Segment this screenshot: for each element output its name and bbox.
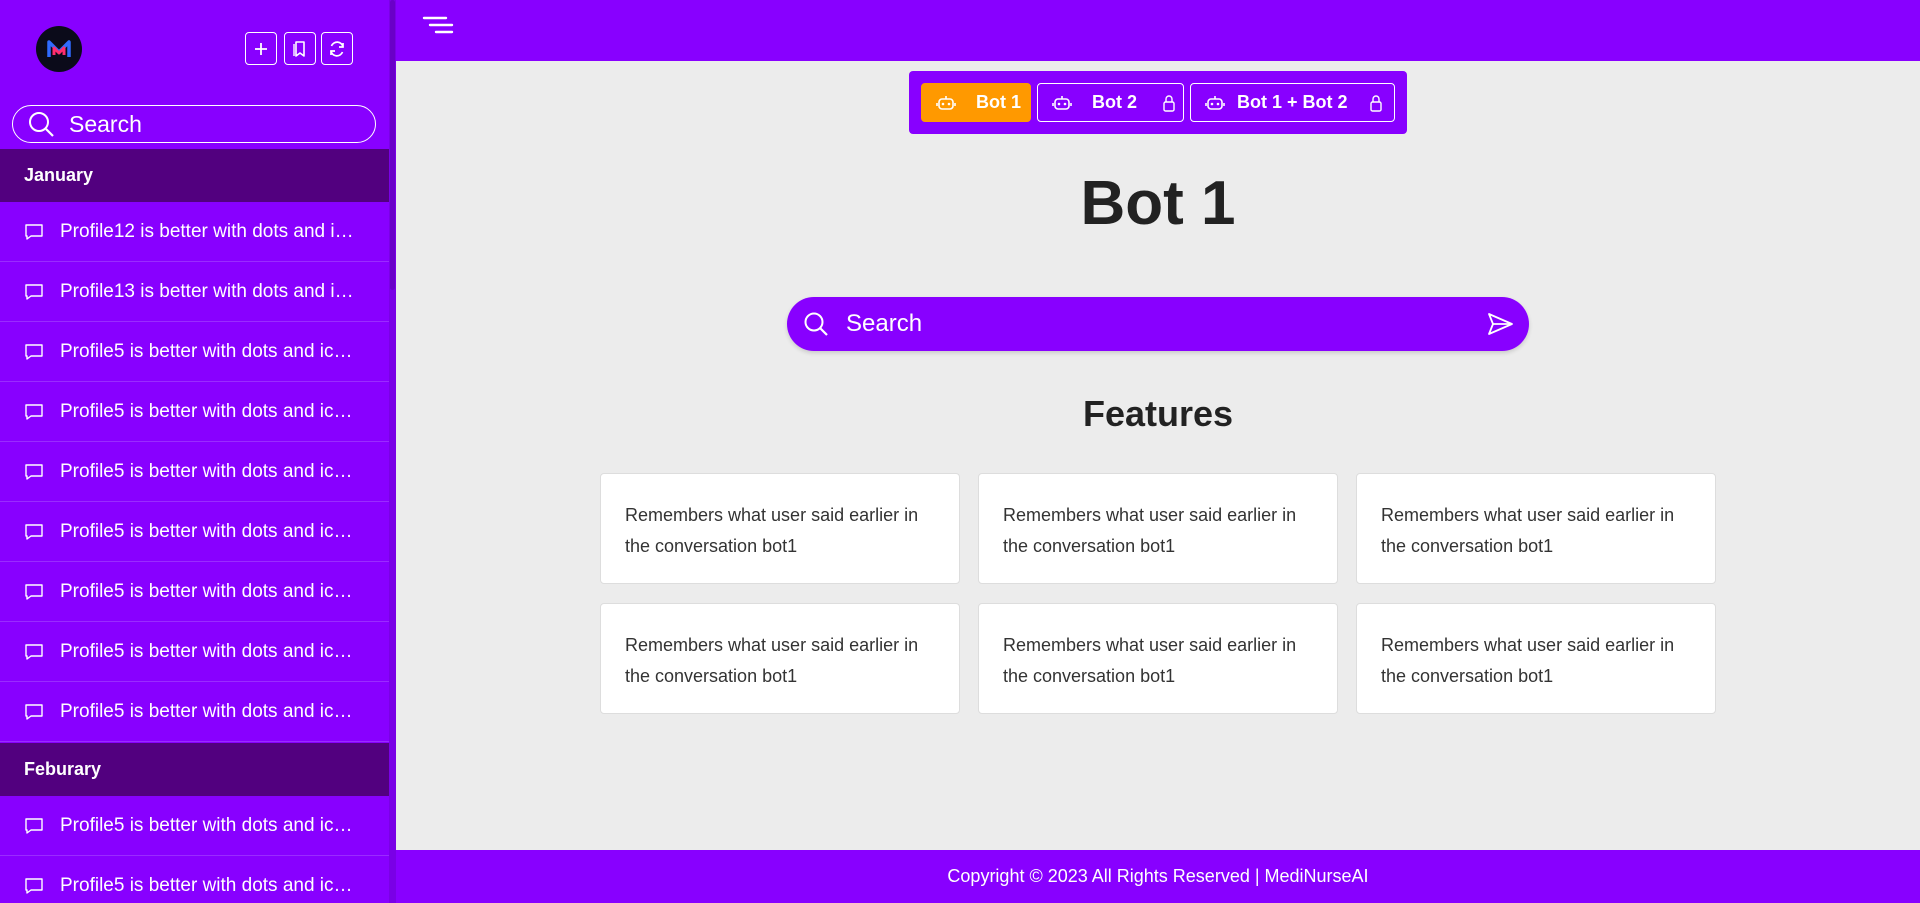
feature-card: Remembers what user said earlier in the … — [978, 603, 1338, 714]
app: January Profile12 is better with dots an… — [0, 0, 1920, 903]
conversation-item[interactable]: Profile12 is better with dots and icons — [0, 202, 389, 262]
chat-bubble-icon — [25, 703, 43, 720]
conversation-title: Profile5 is better with dots and icons — [60, 520, 360, 542]
conversation-title: Profile5 is better with dots and icons — [60, 400, 360, 422]
conversation-title: Profile5 is better with dots and icons — [60, 814, 360, 836]
robot-icon — [936, 95, 956, 110]
feature-text: Remembers what user said earlier in the … — [1003, 505, 1297, 556]
tab-bot-1[interactable]: Bot 1 — [921, 83, 1031, 122]
lock-icon — [1163, 94, 1175, 112]
feature-card: Remembers what user said earlier in the … — [600, 603, 960, 714]
sidebar-search-input[interactable] — [69, 110, 359, 138]
conversation-item[interactable]: Profile5 is better with dots and icons — [0, 442, 389, 502]
feature-card: Remembers what user said earlier in the … — [978, 473, 1338, 584]
tab-label: Bot 1 — [976, 92, 1021, 112]
conversation-title: Profile5 is better with dots and icons — [60, 340, 360, 362]
tab-label: Bot 2 — [1092, 92, 1137, 112]
chat-bubble-icon — [25, 583, 43, 600]
conversation-item[interactable]: Profile5 is better with dots and icons — [0, 382, 389, 442]
chat-bubble-icon — [25, 523, 43, 540]
page-title: Bot 1 — [1080, 169, 1236, 238]
conversation-title: Profile5 is better with dots and icons — [60, 640, 360, 662]
conversation-title: Profile5 is better with dots and icons — [60, 700, 360, 722]
chat-bubble-icon — [25, 403, 43, 420]
robot-icon — [1052, 95, 1072, 110]
chat-bubble-icon — [25, 283, 43, 300]
chat-bubble-icon — [25, 877, 43, 894]
feature-card: Remembers what user said earlier in the … — [1356, 473, 1716, 584]
features-title: Features — [1082, 393, 1234, 434]
footer: Copyright © 2023 All Rights Reserved | M… — [396, 850, 1920, 903]
chat-bubble-icon — [25, 643, 43, 660]
conversation-item[interactable]: Profile5 is better with dots and icons — [0, 856, 389, 903]
feature-text: Remembers what user said earlier in the … — [1381, 635, 1675, 686]
tab-bot-1-plus-bot-2[interactable]: Bot 1 + Bot 2 — [1190, 83, 1395, 122]
plus-icon — [255, 42, 267, 55]
bot-tabs: Bot 1 Bot 2 Bot 1 + Bot 2 — [909, 71, 1407, 134]
chat-bubble-icon — [25, 817, 43, 834]
feature-card: Remembers what user said earlier in the … — [1356, 603, 1716, 714]
conversation-item[interactable]: Profile5 is better with dots and icons — [0, 502, 389, 562]
conversation-item[interactable]: Profile5 is better with dots and icons — [0, 562, 389, 622]
conversation-item[interactable]: Profile5 is better with dots and icons — [0, 682, 389, 742]
send-icon[interactable] — [1486, 310, 1514, 338]
conversation-title: Profile5 is better with dots and icons — [60, 580, 360, 602]
bookmark-icon — [293, 40, 305, 57]
month-header-january: January — [0, 149, 389, 202]
refresh-icon — [330, 40, 344, 57]
tab-bot-2[interactable]: Bot 2 — [1037, 83, 1184, 122]
conversation-item[interactable]: Profile5 is better with dots and icons — [0, 622, 389, 682]
menu-toggle-icon[interactable] — [422, 14, 456, 44]
conversation-item[interactable]: Profile13 is better with dots and icons — [0, 262, 389, 322]
bookmark-button[interactable] — [284, 32, 316, 65]
feature-text: Remembers what user said earlier in the … — [625, 505, 919, 556]
robot-icon — [1205, 95, 1225, 110]
conversation-title: Profile13 is better with dots and icons — [60, 280, 360, 302]
sidebar-search[interactable] — [12, 105, 376, 143]
conversation-title: Profile5 is better with dots and icons — [60, 874, 360, 896]
lock-icon — [1369, 94, 1382, 112]
month-header-february: Feburary — [0, 743, 389, 796]
chat-bubble-icon — [25, 463, 43, 480]
app-logo[interactable] — [36, 26, 82, 72]
feature-text: Remembers what user said earlier in the … — [1381, 505, 1675, 556]
search-icon — [804, 312, 828, 336]
feature-text: Remembers what user said earlier in the … — [1003, 635, 1297, 686]
feature-text: Remembers what user said earlier in the … — [625, 635, 919, 686]
chat-bubble-icon — [25, 223, 43, 240]
search-icon — [29, 112, 54, 137]
footer-copyright: Copyright © 2023 All Rights Reserved | M… — [947, 866, 1369, 886]
tab-label: Bot 1 + Bot 2 — [1237, 92, 1348, 112]
sidebar: January Profile12 is better with dots an… — [0, 0, 396, 903]
refresh-button[interactable] — [321, 32, 353, 65]
conversation-title: Profile5 is better with dots and icons — [60, 460, 360, 482]
conversation-title: Profile12 is better with dots and icons — [60, 220, 360, 242]
chat-bubble-icon — [25, 343, 43, 360]
main-search[interactable] — [787, 297, 1529, 351]
conversation-item[interactable]: Profile5 is better with dots and icons — [0, 322, 389, 382]
feature-card: Remembers what user said earlier in the … — [600, 473, 960, 584]
sidebar-scrollbar-thumb[interactable] — [390, 0, 395, 290]
top-bar — [396, 0, 1920, 61]
sidebar-scrollbar[interactable] — [389, 0, 396, 903]
new-chat-button[interactable] — [245, 32, 277, 65]
conversation-item[interactable]: Profile5 is better with dots and icons — [0, 796, 389, 856]
main-search-input[interactable] — [846, 310, 1476, 338]
logo-icon — [47, 40, 71, 57]
